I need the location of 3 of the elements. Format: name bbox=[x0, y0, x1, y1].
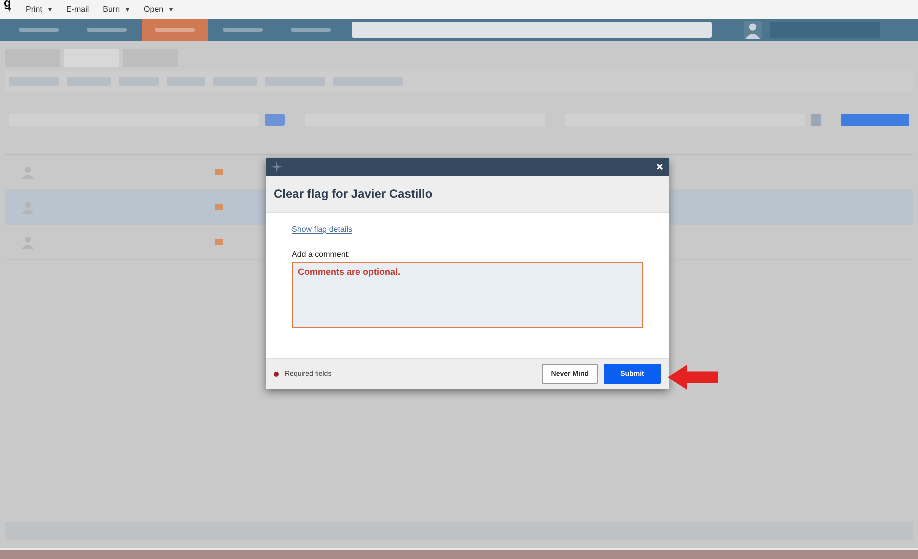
comment-label: Add a comment: bbox=[292, 250, 350, 259]
dialog-title: Clear flag for Javier Castillo bbox=[266, 176, 669, 213]
letter-fragment: g bbox=[4, 0, 12, 9]
